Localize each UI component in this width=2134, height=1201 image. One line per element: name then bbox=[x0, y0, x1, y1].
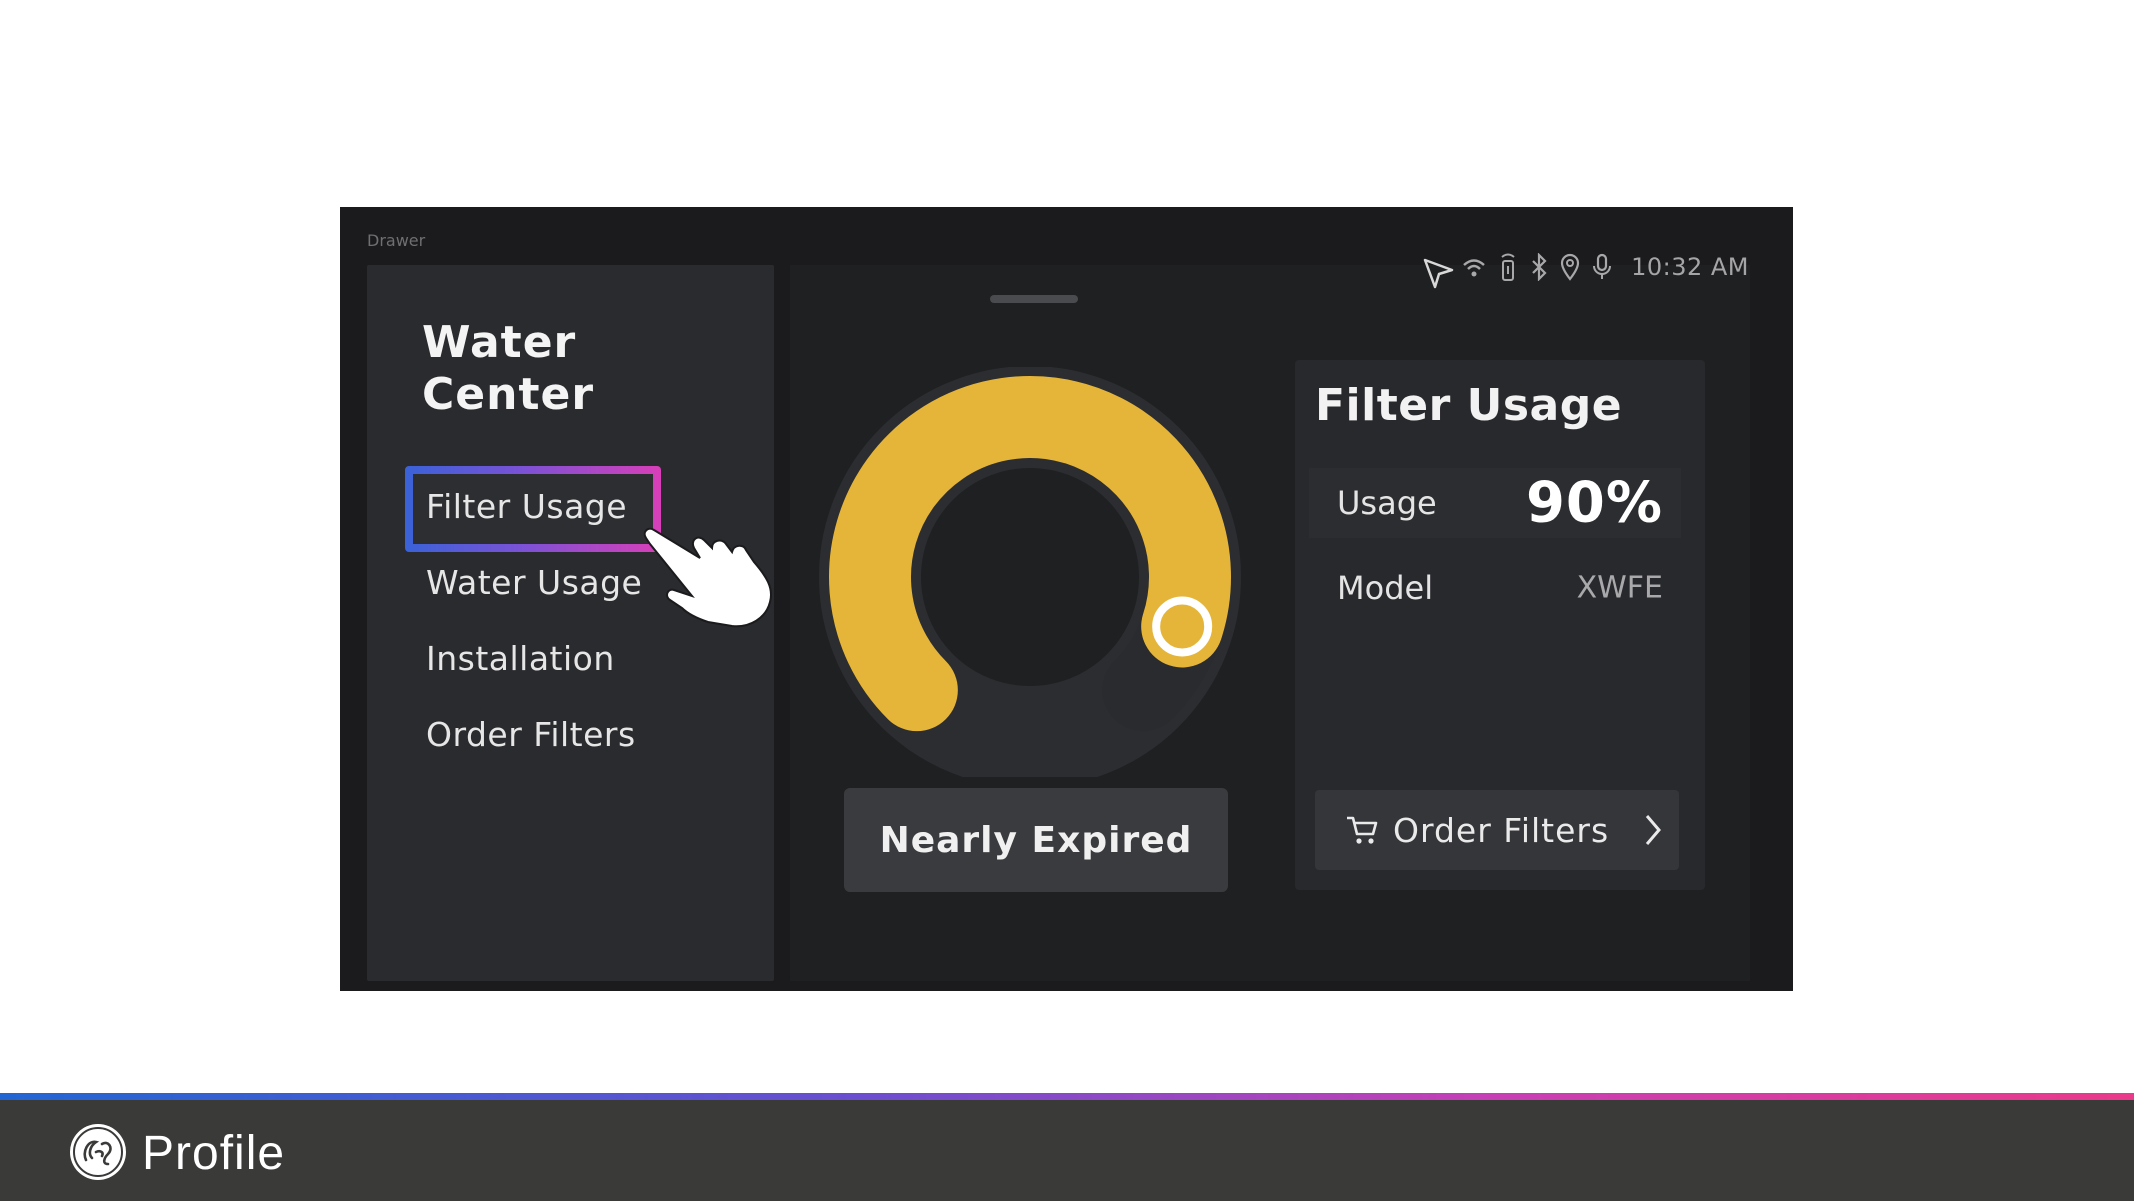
bluetooth-icon bbox=[1532, 253, 1547, 281]
sidebar-title: Water Center bbox=[422, 317, 595, 420]
drawer-label: Drawer bbox=[367, 231, 426, 250]
sidebar: Water Center Filter Usage Water Usage In… bbox=[367, 265, 774, 981]
order-filters-button[interactable]: Order Filters bbox=[1315, 790, 1679, 870]
chevron-right-icon bbox=[1646, 815, 1662, 845]
filter-usage-card: Filter Usage Usage 90% Model XWFE Order … bbox=[1295, 360, 1705, 890]
footer: Profile bbox=[0, 1100, 2134, 1201]
cart-icon bbox=[1347, 816, 1378, 844]
wifi-icon bbox=[1463, 259, 1485, 277]
usage-row: Usage 90% bbox=[1309, 468, 1681, 538]
footer-accent-bar bbox=[0, 1093, 2134, 1100]
sidebar-item-installation[interactable]: Installation bbox=[426, 639, 615, 678]
usage-value: 90% bbox=[1525, 470, 1663, 536]
gauge-end-knob bbox=[1152, 596, 1213, 657]
ge-logo bbox=[70, 1124, 126, 1180]
sidebar-item-filter-usage[interactable]: Filter Usage bbox=[426, 487, 627, 526]
microphone-icon bbox=[1593, 253, 1612, 279]
sidebar-item-order-filters[interactable]: Order Filters bbox=[426, 715, 636, 754]
sidebar-item-water-usage[interactable]: Water Usage bbox=[426, 563, 642, 602]
drawer-handle[interactable] bbox=[990, 295, 1078, 303]
filter-usage-gauge bbox=[819, 367, 1241, 777]
clock-time: 10:32 AM bbox=[1631, 253, 1749, 281]
card-title: Filter Usage bbox=[1315, 380, 1623, 431]
usage-label: Usage bbox=[1337, 484, 1437, 522]
status-bar: 10:32 AM bbox=[1461, 247, 1749, 287]
model-value: XWFE bbox=[1576, 570, 1663, 606]
appliance-screen: Drawer Water Center Filter Usage Water U… bbox=[340, 207, 1793, 991]
model-label: Model bbox=[1337, 569, 1434, 607]
brand-name: Profile bbox=[142, 1127, 286, 1180]
order-filters-label: Order Filters bbox=[1393, 810, 1610, 850]
model-row: Model XWFE bbox=[1309, 553, 1681, 623]
remote-icon bbox=[1501, 253, 1515, 281]
location-icon bbox=[1560, 253, 1580, 281]
hand-pointer-icon bbox=[643, 527, 772, 628]
arrow-cursor-icon bbox=[1423, 258, 1454, 289]
filter-status-label: Nearly Expired bbox=[844, 788, 1228, 892]
